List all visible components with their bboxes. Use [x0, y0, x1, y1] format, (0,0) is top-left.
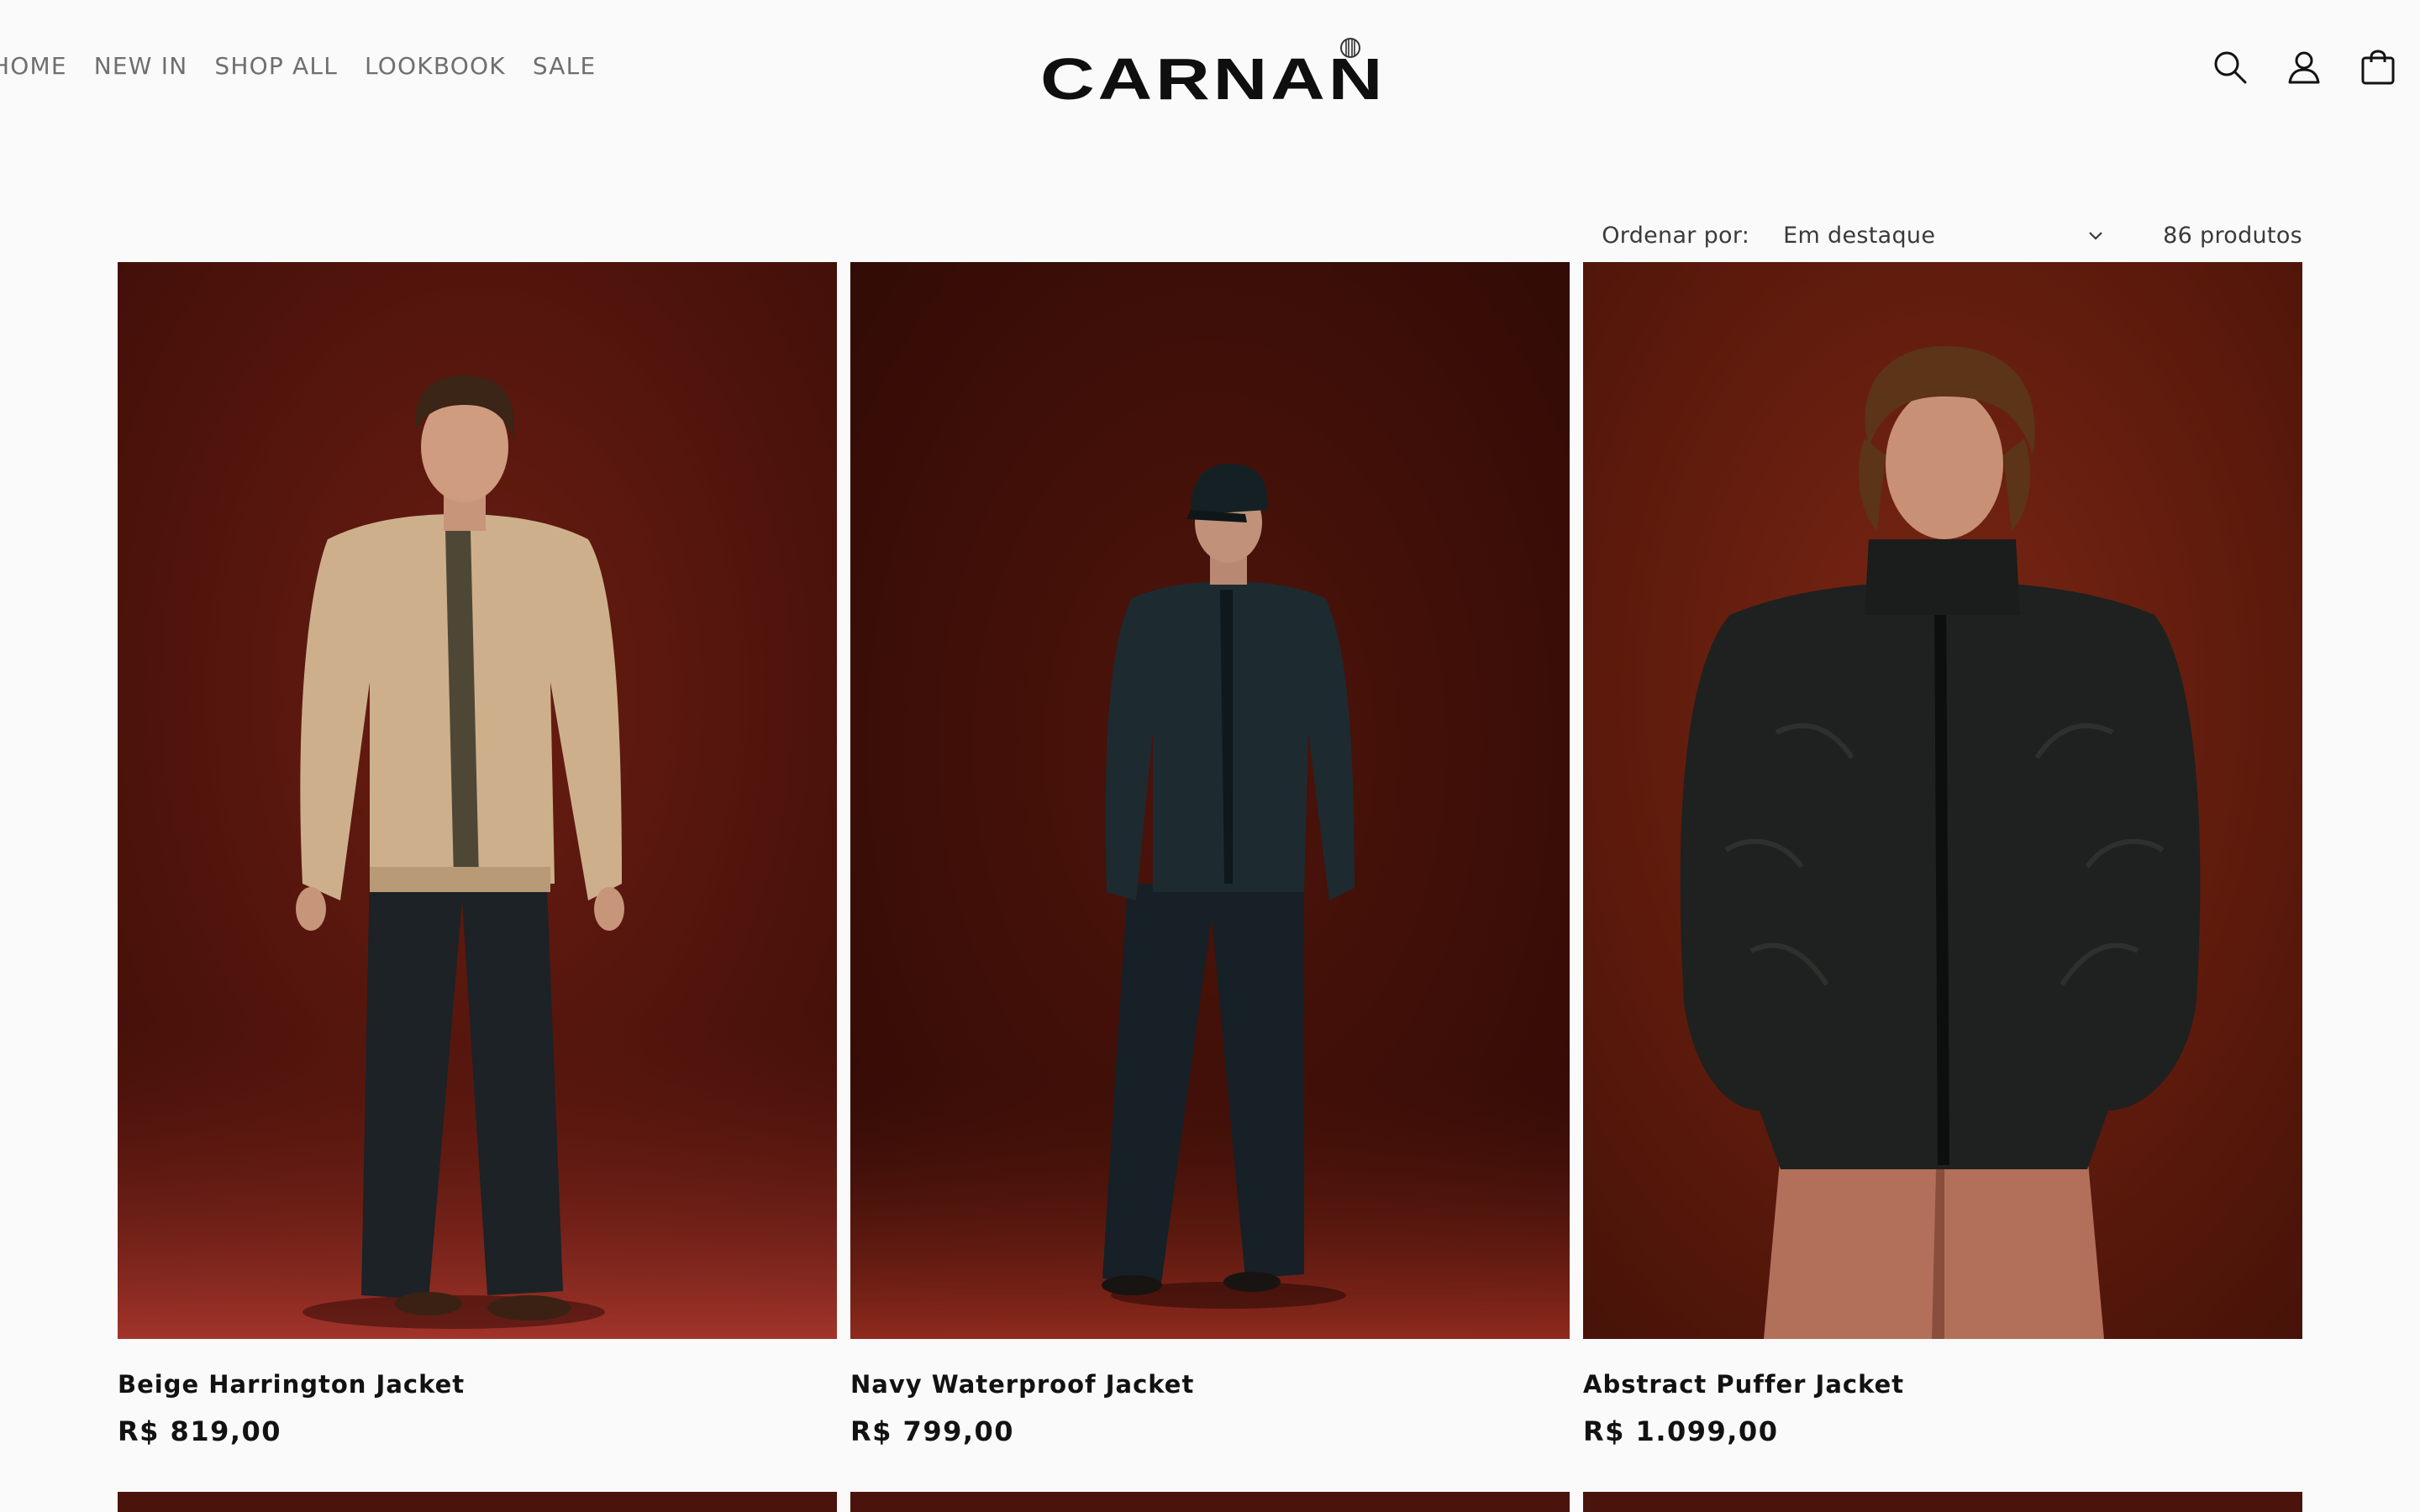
nav-link-new-in[interactable]: NEW IN — [94, 52, 188, 80]
product-photo-navy-jacket — [850, 262, 1570, 1339]
search-icon — [2214, 51, 2247, 84]
search-button[interactable] — [2210, 47, 2250, 87]
sort-value: Em destaque — [1783, 222, 1936, 249]
nav-link-sale[interactable]: SALE — [533, 52, 597, 80]
product-price: R$ 819,00 — [118, 1415, 282, 1447]
nav-link-shop-all[interactable]: SHOP ALL — [214, 52, 338, 80]
main-nav: HOME NEW IN SHOP ALL LOOKBOOK SALE — [0, 52, 623, 80]
page: HOME NEW IN SHOP ALL LOOKBOOK SALE CARNA… — [0, 0, 2420, 1512]
account-button[interactable] — [2284, 47, 2324, 87]
chevron-down-icon — [2089, 232, 2102, 240]
product-image[interactable] — [1583, 262, 2302, 1339]
product-photo-beige-jacket — [118, 262, 837, 1339]
nav-link-lookbook[interactable]: LOOKBOOK — [365, 52, 506, 80]
cart-icon — [2361, 50, 2395, 85]
product-grid-next-row — [118, 1492, 2302, 1512]
product-grid: Beige Harrington Jacket R$ 819,00 Navy W… — [118, 262, 2302, 1450]
product-image[interactable] — [850, 262, 1570, 1339]
product-title[interactable]: Beige Harrington Jacket — [118, 1368, 837, 1401]
sort-label: Ordenar por: — [1602, 222, 1750, 249]
product-image[interactable] — [1583, 1492, 2302, 1512]
product-title[interactable]: Abstract Puffer Jacket — [1583, 1368, 2302, 1401]
sort-select[interactable]: Em destaque — [1783, 223, 2163, 249]
globe-mark-icon — [1340, 38, 1360, 58]
product-photo-puffer-jacket — [1583, 262, 2302, 1339]
header-icons — [2210, 47, 2420, 87]
cart-button[interactable] — [2358, 47, 2398, 87]
product-card[interactable]: Navy Waterproof Jacket R$ 799,00 — [850, 262, 1570, 1450]
brand-name: CARNAN — [1040, 46, 1386, 112]
product-image[interactable] — [118, 262, 837, 1339]
product-count: 86 produtos — [2163, 222, 2302, 249]
product-image[interactable] — [850, 1492, 1570, 1512]
product-price: R$ 799,00 — [850, 1415, 1015, 1447]
product-title[interactable]: Navy Waterproof Jacket — [850, 1368, 1570, 1401]
collection-toolbar: Ordenar por: Em destaque 86 produtos — [1602, 220, 2302, 250]
product-card[interactable]: Beige Harrington Jacket R$ 819,00 — [118, 262, 837, 1450]
product-price: R$ 1.099,00 — [1583, 1415, 1779, 1447]
product-card[interactable]: Abstract Puffer Jacket R$ 1.099,00 — [1583, 262, 2302, 1450]
nav-link-home[interactable]: HOME — [0, 52, 67, 80]
account-icon — [2288, 51, 2320, 84]
brand-logo[interactable]: CARNAN — [1040, 38, 1382, 108]
product-image[interactable] — [118, 1492, 837, 1512]
